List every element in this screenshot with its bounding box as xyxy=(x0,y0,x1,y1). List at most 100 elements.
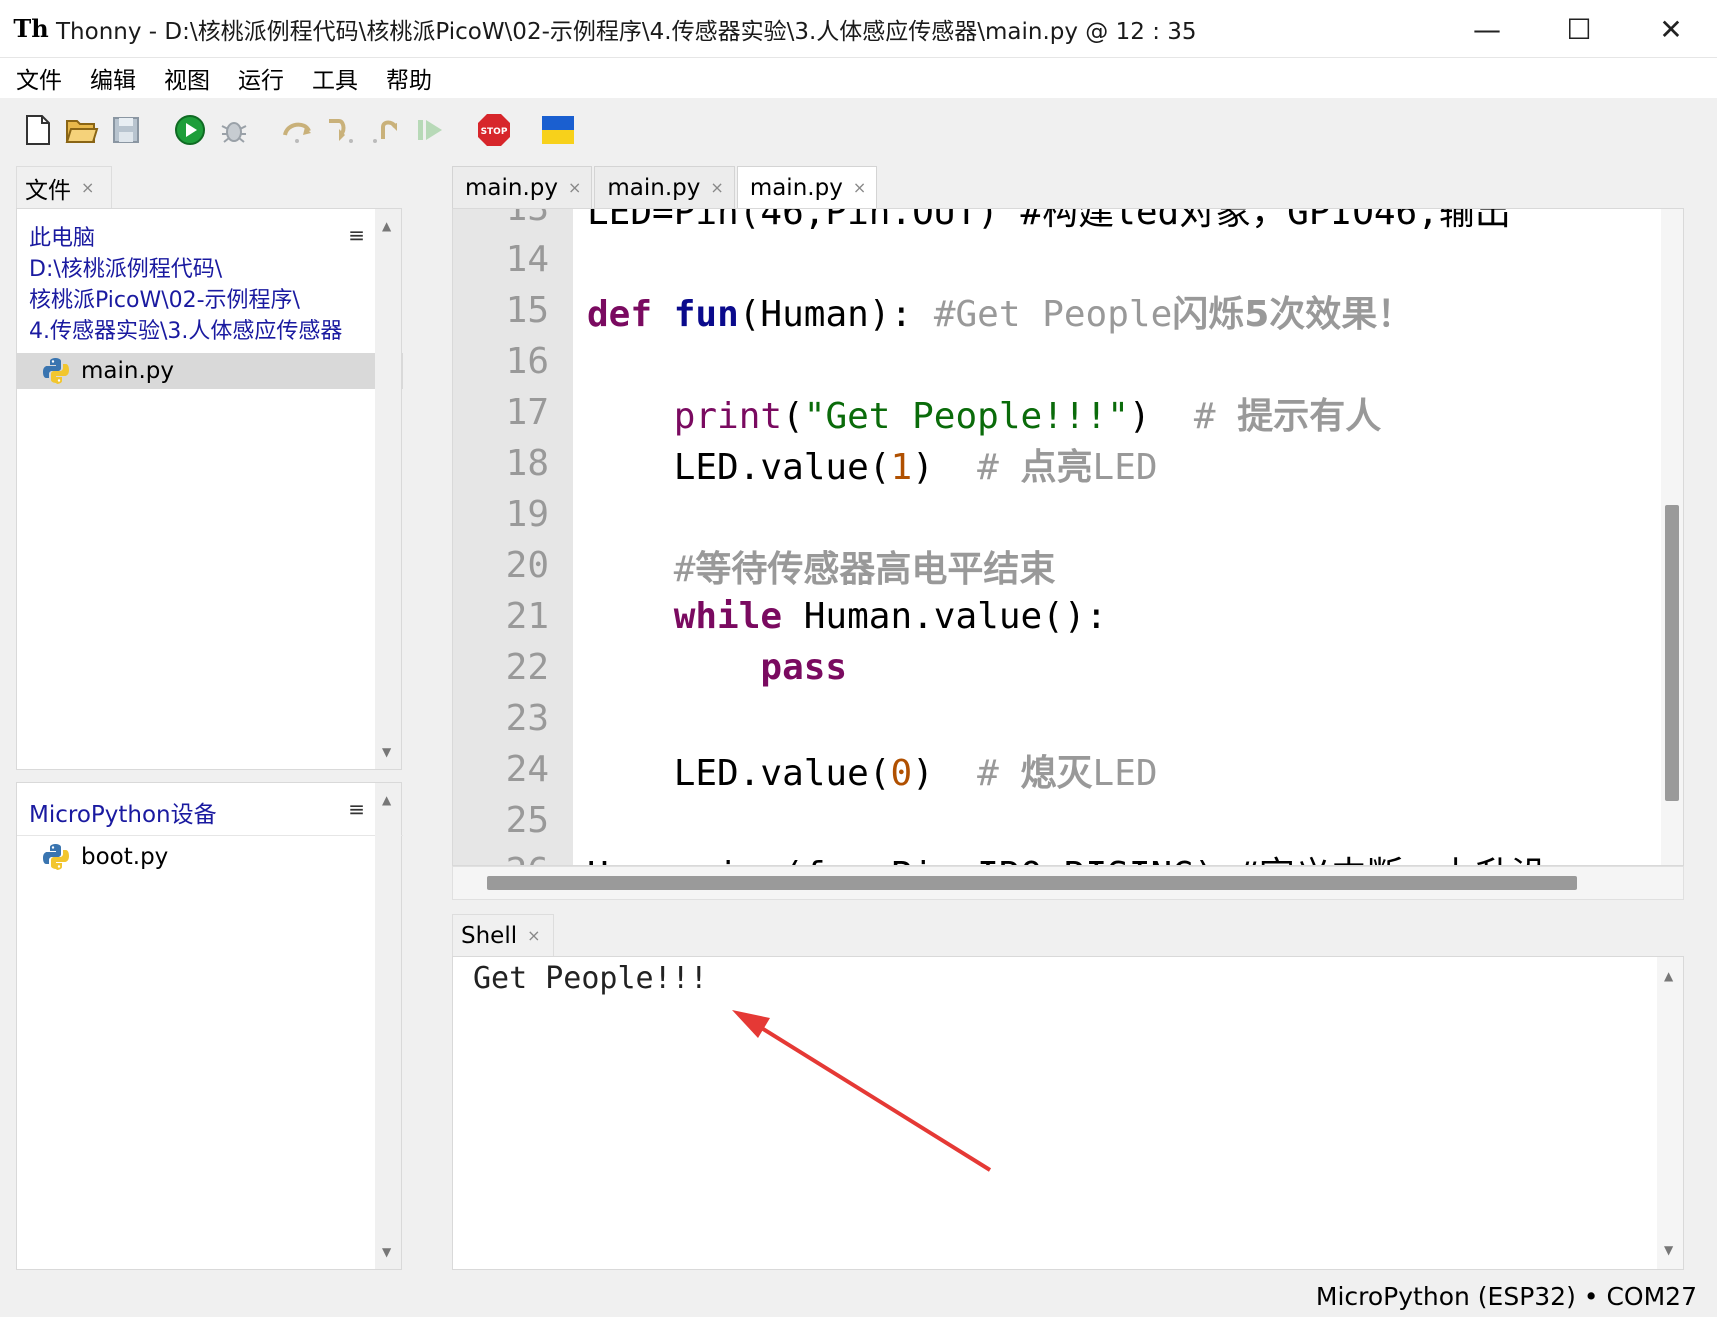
files-scrollbar[interactable]: ▲ ▼ xyxy=(375,209,401,769)
panel-menu-icon[interactable]: ≡ xyxy=(348,223,365,247)
shell-scrollbar[interactable]: ▲ ▼ xyxy=(1657,957,1683,1269)
code-line[interactable]: 22 pass xyxy=(453,642,1663,693)
minimize-button[interactable]: — xyxy=(1441,0,1533,58)
close-window-button[interactable]: ✕ xyxy=(1625,0,1717,58)
code-line[interactable]: 15 def fun(Human): #Get People闪烁5次效果！ xyxy=(453,285,1663,336)
python-file-icon xyxy=(43,844,69,870)
line-number: 14 xyxy=(505,239,549,280)
interpreter-status[interactable]: MicroPython (ESP32) • COM27 xyxy=(1316,1282,1697,1311)
path-line[interactable]: 此电脑 xyxy=(29,223,379,254)
device-panel-title: MicroPython设备 xyxy=(29,802,217,828)
tab-editor-2[interactable]: main.py × xyxy=(594,166,735,208)
step-over-icon[interactable] xyxy=(280,112,316,148)
tab-label: main.py xyxy=(749,174,843,201)
tab-shell[interactable]: Shell × xyxy=(452,914,554,956)
tab-editor-1[interactable]: main.py × xyxy=(452,166,593,208)
menu-help[interactable]: 帮助 xyxy=(386,61,432,95)
line-number: 20 xyxy=(505,545,549,586)
code-text: pass xyxy=(760,647,848,688)
line-number: 22 xyxy=(505,647,549,688)
menu-tools[interactable]: 工具 xyxy=(312,61,358,95)
menu-view[interactable]: 视图 xyxy=(164,61,210,95)
scroll-up-icon[interactable]: ▲ xyxy=(382,219,391,233)
tab-files[interactable]: 文件 × xyxy=(16,166,112,208)
line-number: 15 xyxy=(505,290,549,331)
shell-output: Get People!!! xyxy=(473,961,708,996)
device-scrollbar[interactable]: ▲ ▼ xyxy=(375,783,401,1269)
line-number: 17 xyxy=(505,392,549,433)
scroll-down-icon[interactable]: ▼ xyxy=(382,745,391,759)
code-line[interactable]: 26 Human.irq(fun,Pin.IRQ_RISING) #定义中断，上… xyxy=(453,846,1663,865)
tab-label: main.py xyxy=(607,174,701,201)
file-item-boot-py[interactable]: boot.py xyxy=(17,839,403,875)
editor-tabs: main.py × main.py × main.py × xyxy=(452,166,879,208)
menu-run[interactable]: 运行 xyxy=(238,61,284,95)
code-line[interactable]: 19 xyxy=(453,489,1663,540)
editor-horizontal-scrollbar[interactable] xyxy=(452,866,1684,900)
ukraine-flag-icon[interactable] xyxy=(540,112,576,148)
line-number: 16 xyxy=(505,341,549,382)
maximize-button[interactable]: ☐ xyxy=(1533,0,1625,58)
step-into-icon[interactable] xyxy=(324,112,360,148)
code-line[interactable]: 18 LED.value(1) # 点亮LED xyxy=(453,438,1663,489)
code-line[interactable]: 17 print("Get People!!!") # 提示有人 xyxy=(453,387,1663,438)
code-line[interactable]: 13 LED=Pin(46,Pin.OUT) #构建led对象，GPIO46,输… xyxy=(453,209,1663,234)
close-icon[interactable]: × xyxy=(81,178,94,197)
tab-shell-label: Shell xyxy=(461,922,518,949)
code-text: def fun(Human): #Get People闪烁5次效果！ xyxy=(587,293,1414,335)
scrollbar-thumb[interactable] xyxy=(487,876,1577,890)
tab-label: main.py xyxy=(465,174,558,201)
title-bar: Th Thonny - D:\核桃派例程代码\核桃派PicoW\02-示例程序\… xyxy=(0,0,1717,58)
debug-icon[interactable] xyxy=(216,112,252,148)
path-line[interactable]: 核桃派PicoW\02-示例程序\ xyxy=(29,285,379,316)
close-icon[interactable]: × xyxy=(710,178,723,197)
menu-bar: 文件 编辑 视图 运行 工具 帮助 xyxy=(0,58,1717,98)
code-line[interactable]: 20 #等待传感器高电平结束 xyxy=(453,540,1663,591)
line-number: 19 xyxy=(505,494,549,535)
code-line[interactable]: 16 xyxy=(453,336,1663,387)
tab-files-label: 文件 xyxy=(25,177,71,204)
resume-icon[interactable] xyxy=(412,112,448,148)
code-line[interactable]: 24 LED.value(0) # 熄灭LED xyxy=(453,744,1663,795)
open-file-icon[interactable] xyxy=(64,112,100,148)
code-text: while Human.value(): xyxy=(673,596,1108,637)
path-line[interactable]: 4.传感器实验\3.人体感应传感器 xyxy=(29,316,379,347)
code-line[interactable]: 21 while Human.value(): xyxy=(453,591,1663,642)
divider xyxy=(17,835,403,836)
close-icon[interactable]: × xyxy=(568,178,581,197)
python-file-icon xyxy=(43,358,69,384)
menu-edit[interactable]: 编辑 xyxy=(90,61,136,95)
files-panel: 此电脑 D:\核桃派例程代码\ 核桃派PicoW\02-示例程序\ 4.传感器实… xyxy=(16,208,403,770)
current-path[interactable]: 此电脑 D:\核桃派例程代码\ 核桃派PicoW\02-示例程序\ 4.传感器实… xyxy=(29,223,379,347)
scrollbar-thumb[interactable] xyxy=(1665,505,1679,801)
new-file-icon[interactable] xyxy=(20,112,56,148)
svg-text:STOP: STOP xyxy=(481,127,508,137)
stop-icon[interactable]: STOP xyxy=(476,112,512,148)
scroll-down-icon[interactable]: ▼ xyxy=(1664,1243,1673,1257)
scroll-up-icon[interactable]: ▲ xyxy=(1664,969,1673,983)
path-line[interactable]: D:\核桃派例程代码\ xyxy=(29,254,379,285)
code-text: LED.value(0) # 熄灭LED xyxy=(673,752,1158,794)
code-line[interactable]: 25 xyxy=(453,795,1663,846)
menu-file[interactable]: 文件 xyxy=(16,61,62,95)
save-icon[interactable] xyxy=(108,112,144,148)
window-title: Thonny - D:\核桃派例程代码\核桃派PicoW\02-示例程序\4.传… xyxy=(56,18,1197,45)
step-out-icon[interactable] xyxy=(368,112,404,148)
panel-menu-icon[interactable]: ≡ xyxy=(348,797,365,821)
scroll-down-icon[interactable]: ▼ xyxy=(382,1245,391,1259)
code-line[interactable]: 14 xyxy=(453,234,1663,285)
line-number: 23 xyxy=(505,698,549,739)
shell-panel[interactable]: Get People!!! ▲ ▼ xyxy=(452,956,1684,1270)
toolbar: STOP xyxy=(0,98,1717,162)
line-number: 21 xyxy=(505,596,549,637)
editor-vertical-scrollbar[interactable] xyxy=(1661,209,1683,865)
run-icon[interactable] xyxy=(172,112,208,148)
file-item-main-py[interactable]: main.py xyxy=(17,353,403,389)
code-editor[interactable]: 13 LED=Pin(46,Pin.OUT) #构建led对象，GPIO46,输… xyxy=(452,208,1684,866)
close-icon[interactable]: × xyxy=(853,178,866,197)
code-line[interactable]: 23 xyxy=(453,693,1663,744)
tab-editor-3-active[interactable]: main.py × xyxy=(736,166,878,208)
close-icon[interactable]: × xyxy=(527,926,540,945)
window-controls: — ☐ ✕ xyxy=(1441,0,1717,58)
scroll-up-icon[interactable]: ▲ xyxy=(382,793,391,807)
